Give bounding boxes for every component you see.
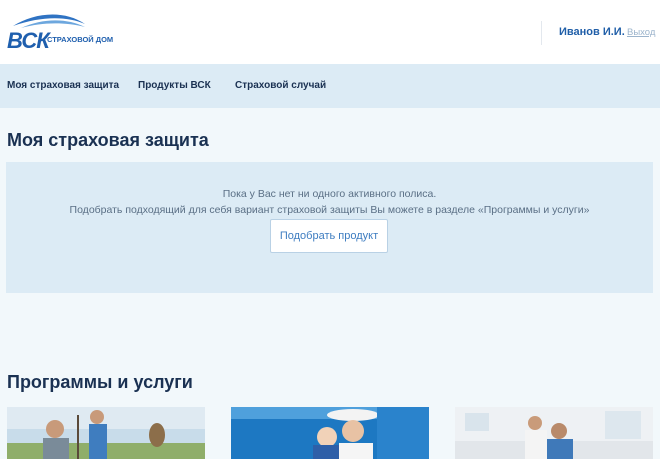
nav-item-insurance-case[interactable]: Страховой случай	[235, 80, 326, 91]
program-card-2[interactable]	[231, 407, 429, 459]
program-card-1[interactable]	[7, 407, 205, 459]
logo-tagline: СТРАХОВОЙ ДОМ	[47, 35, 114, 44]
family-at-sea-photo	[231, 407, 429, 459]
programs-title: Программы и услуги	[7, 372, 193, 392]
empty-policies-panel: Пока у Вас нет ни одного активного полис…	[6, 162, 653, 293]
pick-product-button[interactable]: Подобрать продукт	[270, 219, 388, 253]
nav-item-my-protection[interactable]: Моя страховая защита	[7, 80, 119, 91]
empty-message-line2: Подобрать подходящий для себя вариант ст…	[69, 204, 590, 216]
logout-link[interactable]: Выход	[627, 27, 655, 38]
user-name[interactable]: Иванов И.И.	[559, 26, 625, 38]
main-nav: Моя страховая защита Продукты ВСК Страхо…	[0, 64, 660, 108]
vsk-logo[interactable]: ВСК СТРАХОВОЙ ДОМ	[5, 10, 130, 53]
header: ВСК СТРАХОВОЙ ДОМ Иванов И.И. Выход	[0, 0, 660, 64]
program-card-3[interactable]	[455, 407, 653, 459]
header-divider	[541, 21, 542, 45]
couple-at-home-photo	[455, 407, 653, 459]
empty-message-line1: Пока у Вас нет ни одного активного полис…	[222, 188, 437, 200]
nav-item-products[interactable]: Продукты ВСК	[138, 80, 211, 91]
logo-brand: ВСК	[7, 28, 50, 53]
family-fishing-photo	[7, 407, 205, 459]
protection-title: Моя страховая защита	[7, 130, 209, 150]
